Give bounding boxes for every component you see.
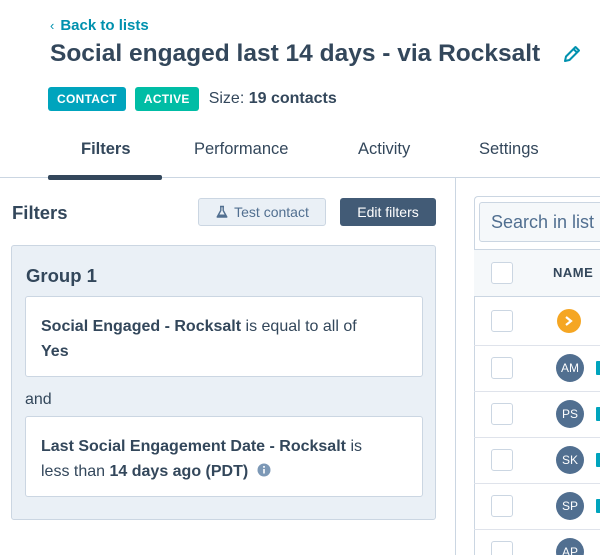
chevron-right-icon[interactable] <box>557 309 581 333</box>
row-checkbox[interactable] <box>491 495 513 517</box>
row-checkbox[interactable] <box>491 449 513 471</box>
size-label: Size: <box>208 90 245 107</box>
filter-value: Yes <box>41 343 69 360</box>
row-divider <box>474 529 600 530</box>
test-contact-label: Test contact <box>234 204 309 220</box>
row-divider <box>474 345 600 346</box>
test-contact-button[interactable]: Test contact <box>198 198 326 226</box>
select-all-checkbox[interactable] <box>491 262 513 284</box>
column-header-name[interactable]: NAME <box>553 265 593 280</box>
row-divider <box>474 437 600 438</box>
flask-icon <box>216 205 228 218</box>
page-title: Social engaged last 14 days - via Rocksa… <box>50 40 541 67</box>
filter-property: Social Engaged - Rocksalt <box>41 318 242 335</box>
object-type-badge: CONTACT <box>48 87 126 111</box>
list-size: Size: 19 contacts <box>209 90 337 108</box>
back-to-lists-link[interactable]: ‹ Back to lists <box>50 17 149 34</box>
search-placeholder: Search in list <box>491 212 595 232</box>
search-input[interactable]: Search in list <box>479 202 600 242</box>
size-value: 19 contacts <box>248 90 337 107</box>
contact-name-link[interactable] <box>596 499 600 513</box>
info-icon[interactable] <box>257 463 271 477</box>
filter-card[interactable]: Social Engaged - Rocksalt is equal to al… <box>25 296 423 377</box>
row-divider <box>474 391 600 392</box>
chevron-left-icon: ‹ <box>50 18 55 33</box>
pencil-edit-icon[interactable] <box>561 43 583 65</box>
avatar: SP <box>556 492 584 520</box>
tab-activity[interactable]: Activity <box>358 140 410 159</box>
tab-settings[interactable]: Settings <box>479 140 539 159</box>
filters-heading: Filters <box>12 202 68 223</box>
filter-operator: is equal to all of <box>245 318 357 335</box>
panel-divider <box>455 178 456 555</box>
avatar: AM <box>556 354 584 382</box>
list-badges: CONTACT ACTIVE Size: 19 contacts <box>48 87 337 111</box>
row-checkbox[interactable] <box>491 310 513 332</box>
edit-filters-button[interactable]: Edit filters <box>340 198 436 226</box>
group-conjunction: and <box>25 391 52 408</box>
row-checkbox[interactable] <box>491 403 513 425</box>
filter-property: Last Social Engagement Date - Rocksalt <box>41 438 346 455</box>
filter-operator-cont: less than <box>41 463 106 480</box>
filter-card[interactable]: Last Social Engagement Date - Rocksalt i… <box>25 416 423 497</box>
contact-name-link[interactable] <box>596 453 600 467</box>
filter-group: Group 1 Social Engaged - Rocksalt is equ… <box>11 245 436 520</box>
active-tab-indicator <box>48 175 162 180</box>
tab-filters[interactable]: Filters <box>81 140 131 159</box>
contact-name-link[interactable] <box>596 361 600 375</box>
group-title: Group 1 <box>26 265 97 286</box>
row-checkbox[interactable] <box>491 541 513 555</box>
avatar: PS <box>556 400 584 428</box>
row-divider <box>474 483 600 484</box>
contact-name-link[interactable] <box>596 407 600 421</box>
avatar: SK <box>556 446 584 474</box>
tab-performance[interactable]: Performance <box>194 140 288 159</box>
row-checkbox[interactable] <box>491 357 513 379</box>
filter-operator: is <box>350 438 362 455</box>
tab-bar: Filters Performance Activity Settings <box>0 130 600 178</box>
back-link-label: Back to lists <box>60 17 149 34</box>
list-type-badge: ACTIVE <box>134 87 199 111</box>
filter-value: 14 days ago (PDT) <box>109 463 249 480</box>
